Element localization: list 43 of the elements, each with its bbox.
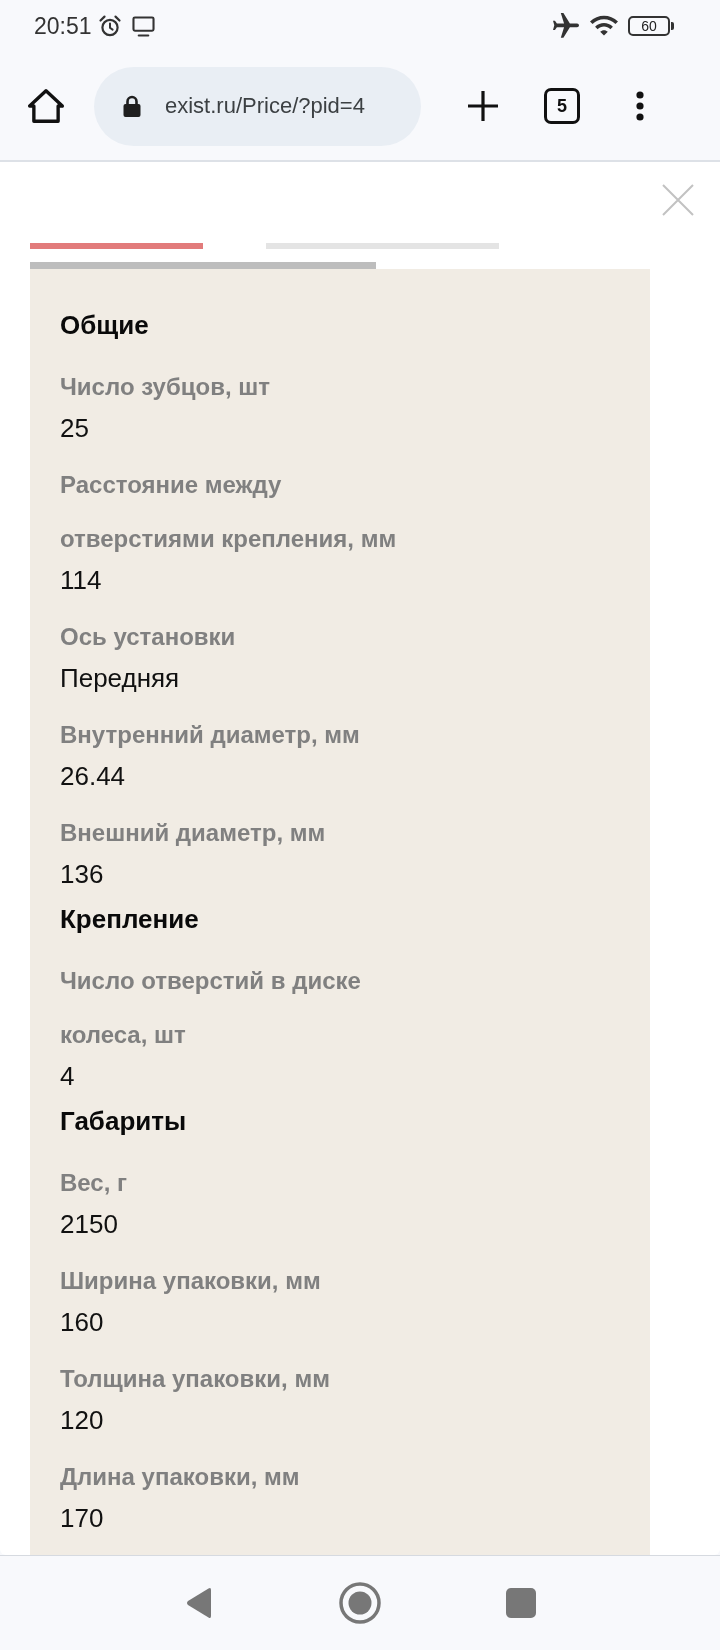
status-time: 20:51 — [34, 12, 92, 40]
address-bar[interactable]: exist.ru/Price/?pid=4 — [94, 66, 421, 146]
field-value: 160 — [60, 1308, 105, 1336]
monitor-icon — [131, 15, 155, 37]
menu-button[interactable] — [636, 91, 644, 121]
field-value: 25 — [60, 414, 90, 442]
field-label: Ось установки — [60, 622, 237, 652]
field-label: Расстояние между отверстиями крепления, мм — [60, 470, 398, 554]
back-icon — [185, 1587, 213, 1619]
field-label: Внутренний диаметр, мм — [60, 720, 361, 750]
airplane-icon — [553, 13, 579, 39]
tab-switcher-button[interactable]: 5 — [544, 88, 580, 124]
battery-indicator: 60 — [628, 16, 674, 36]
field-value: 114 — [60, 566, 103, 594]
more-icon — [636, 91, 644, 121]
section-heading: Крепление — [60, 904, 200, 934]
home-button[interactable] — [27, 88, 65, 124]
field-label: Длина упаковки, мм — [60, 1462, 301, 1492]
home-icon — [27, 88, 65, 124]
field-label: Число отверстий в диске колеса, шт — [60, 966, 362, 1050]
field-value: 4 — [60, 1062, 76, 1090]
home-nav-button[interactable] — [338, 1581, 382, 1625]
field-value: 136 — [60, 860, 105, 888]
section-heading: Габариты — [60, 1106, 188, 1136]
section-heading: Общие — [60, 310, 150, 340]
field-label: Толщина упаковки, мм — [60, 1364, 331, 1394]
square-icon — [506, 1588, 536, 1618]
wifi-icon — [590, 15, 618, 37]
field-label: Число зубцов, шт — [60, 372, 271, 402]
field-label: Вес, г — [60, 1168, 129, 1198]
field-value: 26.44 — [60, 762, 127, 790]
lock-icon — [122, 94, 142, 118]
field-value: 2150 — [60, 1210, 119, 1238]
field-value: 170 — [60, 1504, 105, 1532]
field-label: Ширина упаковки, мм — [60, 1266, 322, 1296]
field-value: Передняя — [60, 664, 181, 692]
field-label: Внешний диаметр, мм — [60, 818, 327, 848]
plus-icon — [467, 90, 499, 122]
close-icon — [662, 184, 694, 216]
home-icon — [339, 1582, 381, 1624]
new-tab-button[interactable] — [467, 90, 499, 122]
field-value: 120 — [60, 1406, 105, 1434]
alarm-clock-icon — [97, 14, 122, 38]
